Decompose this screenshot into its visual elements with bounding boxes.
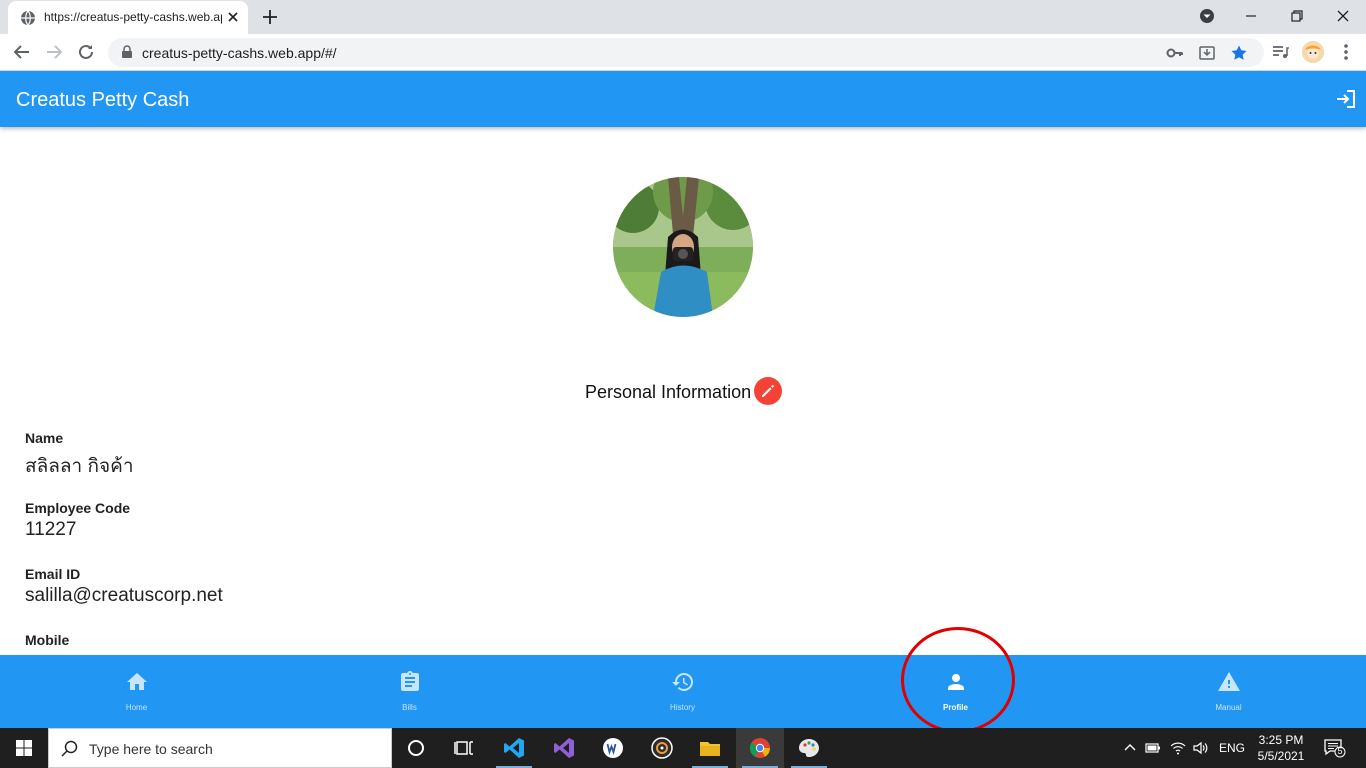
lock-icon xyxy=(122,45,132,58)
volume-icon[interactable] xyxy=(1192,740,1208,756)
warning-icon xyxy=(1218,672,1240,691)
bookmark-star-icon[interactable] xyxy=(1230,44,1248,62)
history-icon xyxy=(672,672,694,691)
close-window-icon[interactable] xyxy=(1333,6,1353,26)
globe-icon xyxy=(21,10,35,26)
employee-code-value: 11227 xyxy=(25,519,77,540)
minimize-icon[interactable] xyxy=(1241,6,1261,26)
taskbar-search-box[interactable]: Type here to search xyxy=(48,728,392,768)
avatar-image-icon xyxy=(1302,41,1324,63)
visual-studio-icon xyxy=(554,738,574,758)
language-indicator[interactable]: ENG xyxy=(1219,741,1245,755)
tab-search-icon[interactable] xyxy=(1197,6,1217,26)
clock-date: 5/5/2021 xyxy=(1257,749,1305,763)
browser-tab-strip: https://creatus-petty-cashs.web.app/#/ xyxy=(0,0,1366,34)
clock-time: 3:25 PM xyxy=(1258,733,1304,747)
app-bar: Creatus Petty Cash xyxy=(0,71,1366,127)
action-center-button[interactable]: 5 xyxy=(1324,738,1346,758)
restore-icon[interactable] xyxy=(1287,6,1307,26)
nav-home-label: Home xyxy=(125,703,148,712)
word-app-icon xyxy=(603,738,623,758)
home-icon xyxy=(127,673,147,690)
address-bar[interactable]: creatus-petty-cashs.web.app/#/ xyxy=(108,38,1264,67)
app-title: Creatus Petty Cash xyxy=(16,89,190,111)
vscode-taskbar-app[interactable] xyxy=(490,728,538,768)
task-view-icon xyxy=(454,741,473,755)
employee-code-label: Employee Code xyxy=(25,500,131,516)
reload-icon[interactable] xyxy=(76,42,96,62)
paint-palette-icon xyxy=(799,739,819,757)
key-icon[interactable] xyxy=(1166,44,1184,62)
name-value: สลิลลา กิจค้า xyxy=(25,456,134,477)
nav-bills-label: Bills xyxy=(402,703,417,712)
browser-toolbar: creatus-petty-cashs.web.app/#/ xyxy=(0,34,1366,71)
tab-title: https://creatus-petty-cashs.web.app/#/ xyxy=(44,10,222,24)
folder-icon xyxy=(700,742,720,756)
nav-manual-label: Manual xyxy=(1215,703,1242,712)
back-arrow-icon[interactable] xyxy=(12,42,32,62)
nav-history-label: History xyxy=(670,703,695,712)
media-player-taskbar-app[interactable] xyxy=(638,728,686,768)
visual-studio-taskbar-app[interactable] xyxy=(540,728,588,768)
cortana-circle-icon xyxy=(408,740,424,756)
chrome-icon xyxy=(749,738,771,758)
browser-tab[interactable]: https://creatus-petty-cashs.web.app/#/ xyxy=(8,1,248,34)
battery-icon[interactable] xyxy=(1145,740,1161,756)
clipboard-icon xyxy=(401,671,419,691)
system-clock[interactable]: 3:25 PM 5/5/2021 xyxy=(1250,732,1312,764)
wifi-icon[interactable] xyxy=(1170,740,1186,756)
media-player-icon xyxy=(651,737,673,759)
vscode-icon xyxy=(504,738,524,758)
nav-history[interactable]: History xyxy=(546,655,819,728)
new-tab-icon[interactable] xyxy=(261,8,279,26)
file-explorer-taskbar-app[interactable] xyxy=(686,728,734,768)
forward-arrow-icon[interactable] xyxy=(44,42,64,62)
email-label: Email ID xyxy=(25,566,81,582)
cortana-button[interactable] xyxy=(392,728,440,768)
media-queue-icon[interactable] xyxy=(1270,42,1290,62)
profile-photo xyxy=(613,177,753,317)
edit-profile-button[interactable] xyxy=(754,377,782,405)
chevron-up-icon[interactable] xyxy=(1122,740,1138,756)
chrome-taskbar-app[interactable] xyxy=(736,728,784,768)
highlight-circle-annotation xyxy=(901,627,1015,733)
install-app-icon[interactable] xyxy=(1198,44,1216,62)
windows-start-icon[interactable] xyxy=(16,740,32,756)
nav-home[interactable]: Home xyxy=(0,655,273,728)
pencil-icon xyxy=(762,385,774,397)
search-placeholder: Type here to search xyxy=(89,741,213,757)
nav-manual[interactable]: Manual xyxy=(1092,655,1365,728)
url-text: creatus-petty-cashs.web.app/#/ xyxy=(142,45,337,61)
logout-icon[interactable] xyxy=(1335,88,1357,110)
name-label: Name xyxy=(25,430,64,446)
nav-bills[interactable]: Bills xyxy=(273,655,546,728)
email-value: salilla@creatuscorp.net xyxy=(25,585,223,606)
task-view-button[interactable] xyxy=(440,728,488,768)
paint-taskbar-app[interactable] xyxy=(785,728,833,768)
mobile-label: Mobile xyxy=(25,632,70,648)
menu-kebab-icon[interactable] xyxy=(1336,42,1356,62)
windows-taskbar: Type here to search ENG 3:25 PM 5/5/2021… xyxy=(0,728,1366,768)
word-taskbar-app[interactable] xyxy=(589,728,637,768)
profile-avatar[interactable] xyxy=(1302,41,1324,63)
personal-information-title: Personal Information xyxy=(585,382,752,402)
search-icon xyxy=(61,740,78,757)
notification-count: 5 xyxy=(1337,746,1343,756)
bottom-navigation: Home Bills History Profile Manual xyxy=(0,655,1366,728)
close-tab-icon[interactable] xyxy=(225,9,241,25)
